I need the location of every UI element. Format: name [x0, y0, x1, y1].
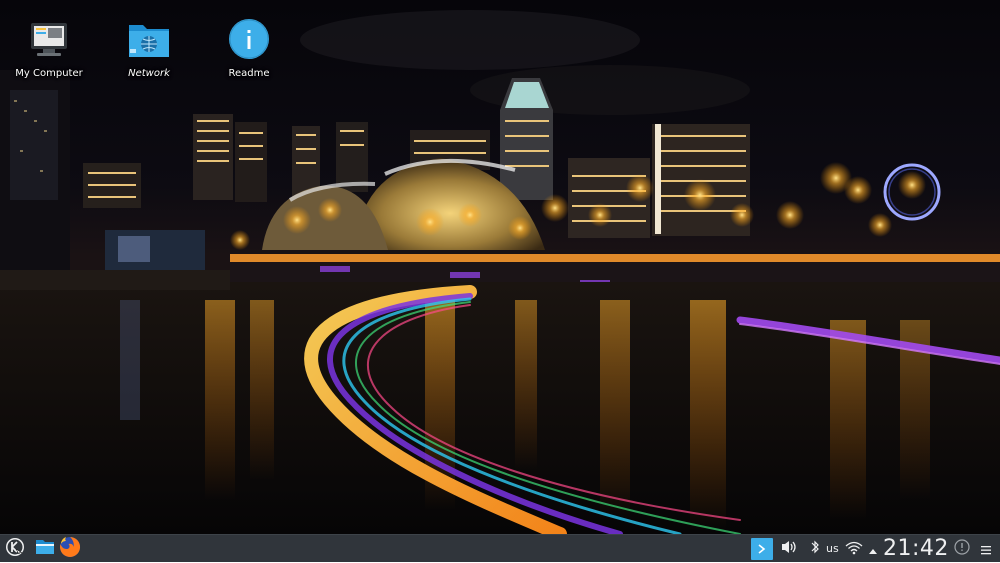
desktop-icon-network[interactable]: Network	[101, 14, 197, 79]
network-folder-icon	[124, 14, 174, 64]
desktop-icon-readme[interactable]: Readme	[201, 14, 297, 79]
firefox-launcher[interactable]	[57, 535, 83, 563]
tray-expand-button[interactable]	[866, 535, 880, 563]
hamburger-menu-icon	[980, 540, 992, 559]
wallpaper	[0, 0, 1000, 534]
computer-icon	[24, 14, 74, 64]
notifications-button[interactable]	[952, 535, 972, 563]
file-manager-launcher[interactable]	[33, 535, 57, 563]
bluetooth-icon	[810, 539, 820, 559]
desktop-icon-label: Network	[128, 68, 170, 79]
folder-icon	[35, 538, 55, 560]
bluetooth-button[interactable]	[807, 535, 823, 563]
info-icon	[224, 14, 274, 64]
volume-icon	[780, 539, 798, 559]
wifi-icon	[845, 540, 863, 559]
application-launcher-button[interactable]	[3, 535, 27, 563]
tray-show-hidden-button[interactable]	[751, 538, 773, 560]
digital-clock[interactable]: 21:42	[883, 535, 949, 563]
firefox-icon	[59, 536, 81, 562]
desktop[interactable]: My Computer Network Readme	[0, 0, 1000, 534]
desktop-icon-my-computer[interactable]: My Computer	[1, 14, 97, 79]
panel-menu-button[interactable]	[977, 535, 995, 563]
taskbar: us 21:42	[0, 534, 1000, 562]
network-button[interactable]	[844, 535, 864, 563]
show-hidden-icon	[756, 540, 768, 559]
expand-arrow-icon	[868, 540, 878, 559]
keyboard-layout-indicator[interactable]: us	[826, 535, 839, 563]
desktop-icon-label: My Computer	[15, 68, 83, 79]
desktop-icon-label: Readme	[228, 68, 270, 79]
notification-icon	[954, 539, 970, 559]
volume-button[interactable]	[779, 535, 799, 563]
kde-logo-icon	[5, 537, 25, 561]
